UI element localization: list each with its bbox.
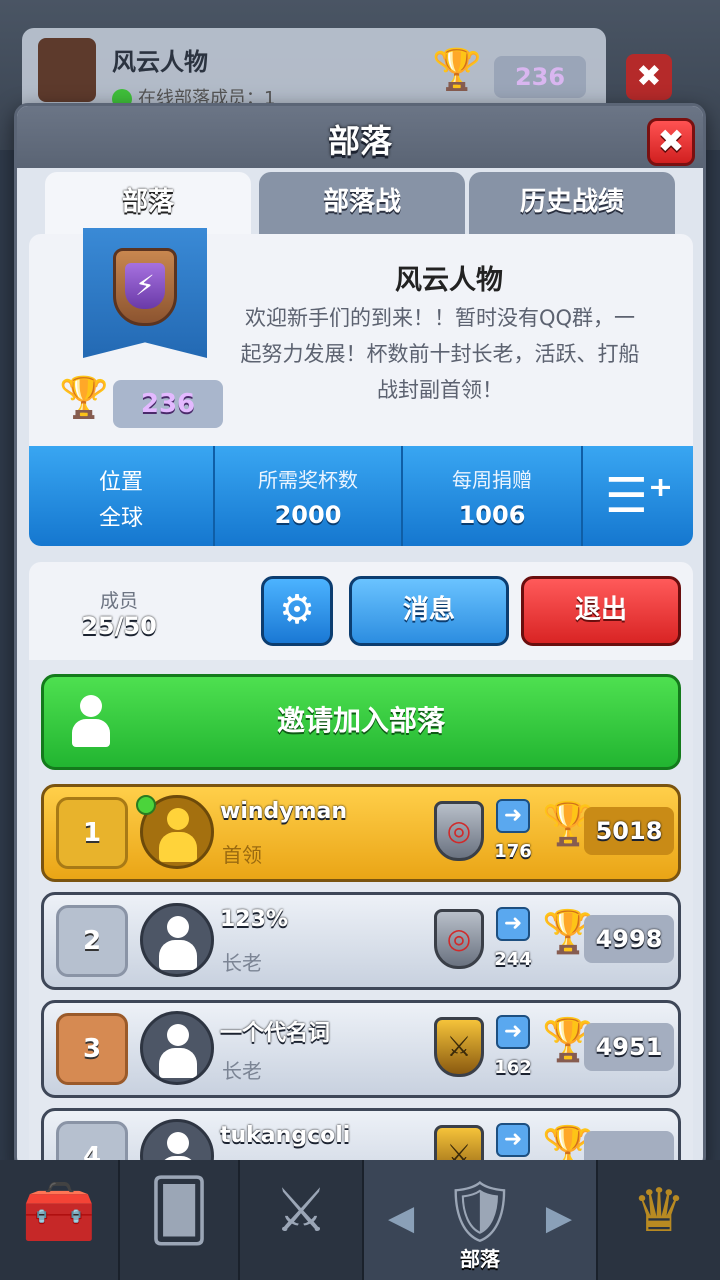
stat-location-value: 全球 — [98, 506, 143, 531]
members-list: 邀请加入部落 1 windyman 首领 ◎ ➜ 176 🏆 5018 2 12… — [29, 660, 693, 1168]
member-name: tukangcoli — [220, 1123, 351, 1148]
member-trophies: 4998 — [584, 915, 674, 963]
arrow-right-icon[interactable]: ▶ — [546, 1198, 572, 1238]
member-role: 首领 — [222, 843, 262, 867]
member-name: windyman — [220, 799, 348, 824]
nav-shop[interactable]: 🧰 — [0, 1160, 120, 1280]
stat-required-value: 2000 — [274, 501, 342, 529]
background-clan-badge-icon — [38, 38, 96, 102]
tab-clan[interactable]: 部落 — [45, 172, 251, 236]
clan-trophy-icon: 🏆 — [59, 375, 109, 421]
clan-description: 欢迎新手们的到来！！暂时没有QQ群，一起努力发展！杯数前十封长老，活跃、打船战封… — [240, 306, 640, 402]
member-name: 123% — [220, 907, 288, 932]
member-role: 长老 — [222, 1059, 262, 1083]
stat-donations-label: 每周捐赠 — [452, 468, 532, 492]
donation-icon: ➜ — [496, 799, 530, 833]
stat-location-label: 位置 — [98, 470, 143, 495]
crown-icon: ♛ — [632, 1176, 686, 1246]
stat-required-label: 所需奖杯数 — [258, 468, 358, 492]
background-trophy-count: 236 — [494, 56, 586, 98]
panel-title: 部落 — [327, 122, 392, 160]
member-trophies: 5018 — [584, 807, 674, 855]
clan-shield-icon: 🛡 — [441, 1177, 519, 1247]
member-rank: 3 — [56, 1013, 128, 1085]
bottom-nav: 🧰 🂠 ⚔ ◀ 🛡 ▶ 部落 ♛ — [0, 1160, 720, 1280]
crossed-swords-icon: ⚔ — [274, 1176, 328, 1246]
member-rank: 2 — [56, 905, 128, 977]
online-dot-icon — [136, 795, 156, 815]
nav-cards[interactable]: 🂠 — [120, 1160, 240, 1280]
stat-location: 位置 全球 — [29, 446, 215, 546]
avatar — [140, 1011, 214, 1085]
clan-panel: 部落 ✖ 部落 部落战 历史战绩 ⚡ 🏆 236 风云人物 欢迎新手们的到来！！… — [14, 103, 706, 1171]
gear-icon: ⚙ — [279, 587, 315, 633]
stat-donations-value: 1006 — [458, 501, 526, 529]
stat-weekly-donations: 每周捐赠 1006 — [403, 446, 583, 546]
member-row[interactable]: 2 123% 长老 ◎ ➜ 244 🏆 4998 — [41, 892, 681, 990]
arena-target-icon: ◎ — [434, 909, 484, 969]
lightning-icon: ⚡ — [125, 263, 165, 309]
clan-info-card: ⚡ 🏆 236 风云人物 欢迎新手们的到来！！暂时没有QQ群，一起努力发展！杯数… — [29, 228, 693, 546]
invite-button[interactable]: 邀请加入部落 — [41, 674, 681, 770]
members-header: 成员 25/50 ⚙ 消息 退出 — [29, 562, 693, 660]
clan-stats-bar: 位置 全球 所需奖杯数 2000 每周捐赠 1006 ☰⁺ — [29, 446, 693, 546]
member-role: 长老 — [222, 951, 262, 975]
nav-clan-label: 部落 — [460, 1247, 500, 1271]
avatar — [140, 903, 214, 977]
tab-clan-war[interactable]: 部落战 — [259, 172, 465, 236]
donation-icon: ➜ — [496, 1123, 530, 1157]
nav-battle[interactable]: ⚔ — [240, 1160, 364, 1280]
members-count: 25/50 — [81, 612, 157, 640]
member-name: 一个代名词 — [220, 1021, 331, 1046]
stat-required-trophies: 所需奖杯数 2000 — [215, 446, 403, 546]
cards-icon: 🂠 — [148, 1176, 210, 1246]
clan-trophy-count: 236 — [113, 380, 223, 428]
arrow-left-icon[interactable]: ◀ — [388, 1198, 414, 1238]
arena-swords-icon: ⚔ — [434, 1017, 484, 1077]
member-trophies: 4951 — [584, 1023, 674, 1071]
close-button[interactable]: ✖ — [647, 118, 695, 166]
background-clan-name: 风云人物 — [112, 48, 208, 76]
clan-name: 风云人物 — [395, 265, 503, 296]
invite-label: 邀请加入部落 — [276, 704, 445, 737]
message-button[interactable]: 消息 — [349, 576, 509, 646]
background-trophy-icon: 🏆 — [432, 47, 482, 93]
arena-target-icon: ◎ — [434, 801, 484, 861]
donation-icon: ➜ — [496, 1015, 530, 1049]
background-close-button: ✖ — [626, 54, 672, 100]
donation-icon: ➜ — [496, 907, 530, 941]
member-rank: 1 — [56, 797, 128, 869]
chest-icon: 🧰 — [21, 1177, 97, 1247]
members-label: 成员 — [99, 590, 138, 612]
add-to-list-icon[interactable]: ☰⁺ — [585, 446, 693, 546]
nav-tournament[interactable]: ♛ — [598, 1160, 720, 1280]
tab-war-history[interactable]: 历史战绩 — [469, 172, 675, 236]
member-row[interactable]: 3 一个代名词 长老 ⚔ ➜ 162 🏆 4951 — [41, 1000, 681, 1098]
settings-button[interactable]: ⚙ — [261, 576, 333, 646]
person-icon — [70, 695, 110, 749]
member-donations: 244 — [494, 949, 532, 970]
clan-badge-icon: ⚡ — [113, 248, 177, 326]
member-donations: 162 — [494, 1057, 532, 1078]
exit-clan-button[interactable]: 退出 — [521, 576, 681, 646]
member-donations: 176 — [494, 841, 532, 862]
member-row[interactable]: 1 windyman 首领 ◎ ➜ 176 🏆 5018 — [41, 784, 681, 882]
tab-bar: 部落 部落战 历史战绩 — [45, 172, 685, 236]
nav-clan[interactable]: ◀ 🛡 ▶ 部落 — [364, 1160, 598, 1280]
